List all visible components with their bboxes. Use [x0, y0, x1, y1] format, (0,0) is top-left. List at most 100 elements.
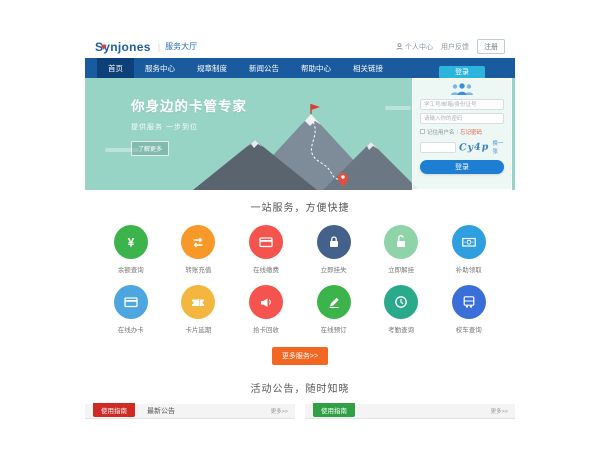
- personal-center-link[interactable]: 个人中心: [396, 42, 433, 52]
- service-item[interactable]: 立即解挂: [367, 225, 435, 274]
- yuan-icon: ¥: [123, 234, 139, 250]
- forgot-password-link[interactable]: 忘记密码: [460, 128, 482, 136]
- nav-item-新闻公告[interactable]: 新闻公告: [238, 58, 290, 78]
- person-icon: [396, 43, 403, 50]
- service-item[interactable]: 转账充值: [165, 225, 233, 274]
- panel-right: 使用指南 更多>>: [305, 404, 515, 441]
- remember-divider: |: [457, 129, 458, 135]
- page-container: Synjones | 服务大厅 个人中心 用户反馈 注册 首页服务中心规章制度新…: [85, 35, 515, 441]
- service-label: 校车查询: [435, 324, 503, 334]
- service-label: 拾卡回收: [232, 324, 300, 334]
- clock-icon: [393, 294, 409, 310]
- personal-center-label: 个人中心: [405, 42, 433, 52]
- remember-checkbox[interactable]: [420, 129, 425, 134]
- brand-logo[interactable]: Synjones: [95, 40, 151, 54]
- banknote-icon: [461, 234, 477, 250]
- service-circle[interactable]: [114, 285, 148, 319]
- service-circle[interactable]: [317, 225, 351, 259]
- header: Synjones | 服务大厅 个人中心 用户反馈 注册: [85, 35, 515, 58]
- service-item[interactable]: 在线缴费: [232, 225, 300, 274]
- service-circle[interactable]: [249, 225, 283, 259]
- service-circle[interactable]: [452, 285, 486, 319]
- svg-text:¥: ¥: [127, 236, 134, 250]
- service-item[interactable]: 校车查询: [435, 285, 503, 334]
- login-form: 记住用户名 | 忘记密码 Cy4p 换一张 登录: [412, 78, 512, 190]
- service-item[interactable]: 在线办卡: [97, 285, 165, 334]
- more-services-button[interactable]: 更多服务>>: [272, 347, 328, 365]
- service-label: 在线缴费: [232, 264, 300, 274]
- card-icon: [258, 234, 274, 250]
- login-panel: 登录 记住用户名 | 忘记密码 Cy4p 换一张: [412, 66, 512, 190]
- users-icon: [449, 83, 475, 96]
- login-submit-button[interactable]: 登录: [420, 160, 504, 174]
- service-circle[interactable]: [384, 225, 418, 259]
- announcements-title: 活动公告，随时知晓: [85, 380, 515, 395]
- hero-banner: 你身边的卡管专家 提供服务 一步到位 了解更多 登录 记住用户名 | 忘记密码: [85, 78, 515, 190]
- header-links: 个人中心 用户反馈 注册: [396, 39, 505, 54]
- captcha-image[interactable]: Cy4p: [459, 141, 490, 153]
- service-label: 在线预订: [300, 324, 368, 334]
- banner-title: 你身边的卡管专家: [131, 95, 247, 115]
- service-label: 在线办卡: [97, 324, 165, 334]
- register-button[interactable]: 注册: [477, 39, 505, 54]
- service-label: 考勤查询: [367, 324, 435, 334]
- service-item[interactable]: 补助领取: [435, 225, 503, 274]
- service-item[interactable]: 拾卡回收: [232, 285, 300, 334]
- tab-latest-announcements[interactable]: 最新公告: [147, 406, 175, 416]
- service-label: 余额查询: [97, 264, 165, 274]
- service-circle[interactable]: ¥: [114, 225, 148, 259]
- service-item[interactable]: 立即挂失: [300, 225, 368, 274]
- service-label: 立即解挂: [367, 264, 435, 274]
- tab-usage-guide[interactable]: 使用指南: [313, 403, 355, 417]
- service-circle[interactable]: [181, 285, 215, 319]
- service-circle[interactable]: [452, 225, 486, 259]
- panel-left-header: 使用指南 最新公告 更多>>: [85, 404, 295, 419]
- tab-usage-guide[interactable]: 使用指南: [93, 403, 135, 417]
- panel-left-body: [85, 419, 295, 441]
- captcha-refresh-link[interactable]: 换一张: [492, 139, 504, 155]
- username-input[interactable]: [420, 99, 504, 110]
- more-link[interactable]: 更多>>: [491, 407, 508, 415]
- service-circle[interactable]: [181, 225, 215, 259]
- panel-left: 使用指南 最新公告 更多>>: [85, 404, 295, 441]
- remember-row: 记住用户名 | 忘记密码: [420, 128, 504, 136]
- nav-item-相关链接[interactable]: 相关链接: [342, 58, 394, 78]
- banner-subtitle: 提供服务 一步到位: [131, 122, 247, 132]
- service-item[interactable]: 在线预订: [300, 285, 368, 334]
- lock-icon: [326, 234, 342, 250]
- login-tab[interactable]: 登录: [439, 66, 485, 78]
- panel-right-header: 使用指南 更多>>: [305, 404, 515, 419]
- banner-cta-button[interactable]: 了解更多: [131, 141, 169, 156]
- service-item[interactable]: ¥ 余额查询: [97, 225, 165, 274]
- megaphone-icon: [258, 294, 274, 310]
- edit-icon: [326, 294, 342, 310]
- site-name: 服务大厅: [165, 41, 197, 52]
- nav-item-服务中心[interactable]: 服务中心: [134, 58, 186, 78]
- service-circle[interactable]: [384, 285, 418, 319]
- header-divider: |: [158, 42, 160, 52]
- password-input[interactable]: [420, 113, 504, 124]
- more-link[interactable]: 更多>>: [271, 407, 288, 415]
- user-feedback-link[interactable]: 用户反馈: [441, 42, 469, 52]
- user-feedback-label: 用户反馈: [441, 42, 469, 52]
- nav-item-规章制度[interactable]: 规章制度: [186, 58, 238, 78]
- service-item[interactable]: 考勤查询: [367, 285, 435, 334]
- services-title: 一站服务，方便快捷: [85, 199, 515, 214]
- service-circle[interactable]: [317, 285, 351, 319]
- bus-icon: [461, 294, 477, 310]
- captcha-input[interactable]: [420, 142, 456, 153]
- transfer-icon: [190, 234, 206, 250]
- services-grid: ¥ 余额查询转账充值在线缴费立即挂失立即解挂补助领取在线办卡卡片延期拾卡回收在线预…: [85, 214, 515, 334]
- service-item[interactable]: 卡片延期: [165, 285, 233, 334]
- service-circle[interactable]: [249, 285, 283, 319]
- unlock-icon: [393, 234, 409, 250]
- service-label: 转账充值: [165, 264, 233, 274]
- nav-item-帮助中心[interactable]: 帮助中心: [290, 58, 342, 78]
- captcha-row: Cy4p 换一张: [420, 139, 504, 155]
- panel-right-body: [305, 419, 515, 441]
- remember-label: 记住用户名: [427, 128, 455, 136]
- banner-text: 你身边的卡管专家 提供服务 一步到位 了解更多: [131, 95, 247, 156]
- announcement-panels: 使用指南 最新公告 更多>> 使用指南 更多>>: [85, 404, 515, 441]
- service-label: 卡片延期: [165, 324, 233, 334]
- nav-item-首页[interactable]: 首页: [97, 58, 134, 78]
